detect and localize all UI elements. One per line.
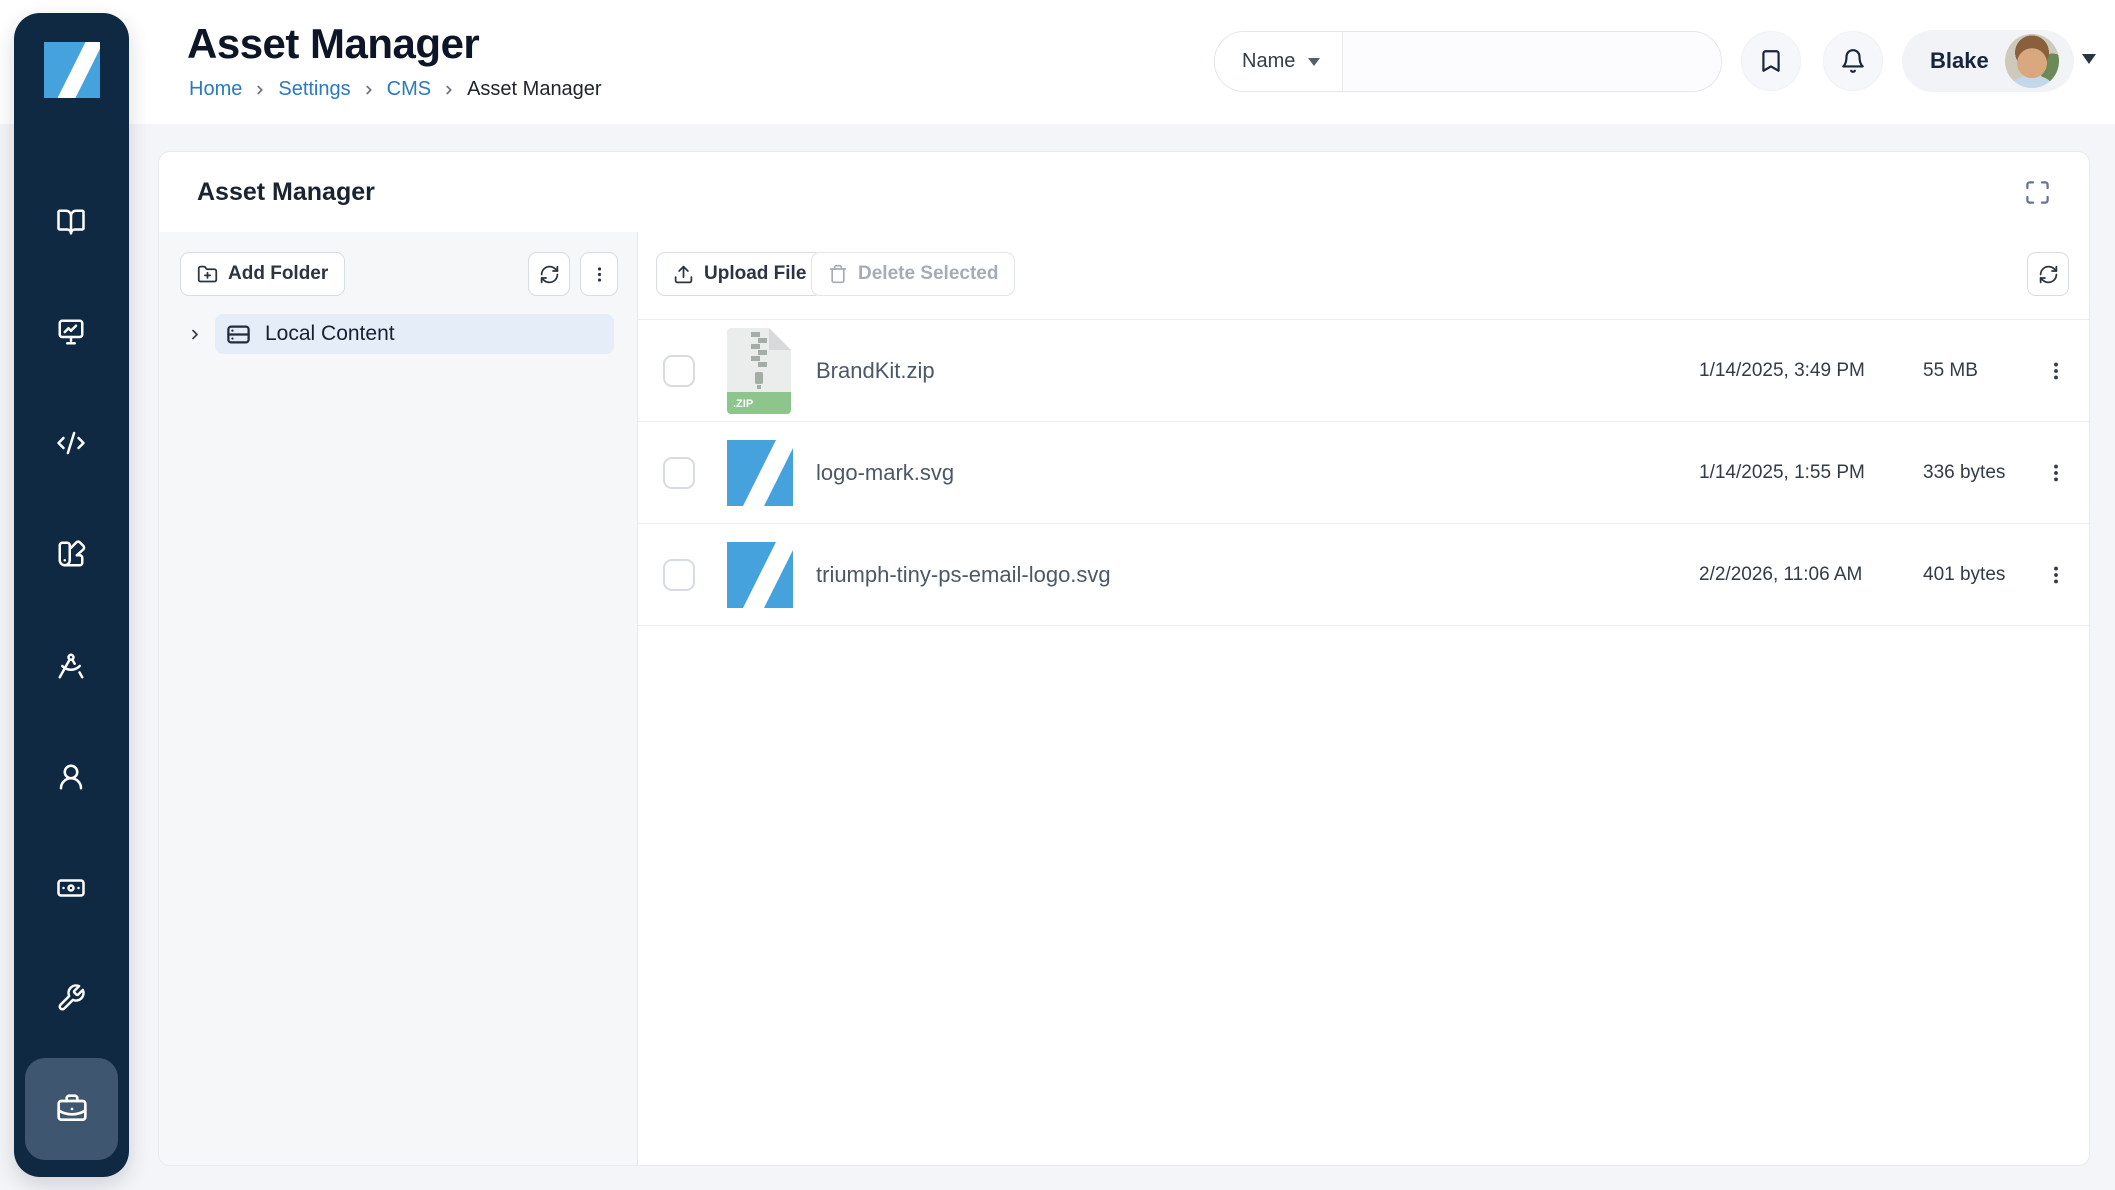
kebab-menu-icon <box>2045 564 2067 586</box>
panel-header: Asset Manager <box>159 152 2089 233</box>
user-name: Blake <box>1930 48 1989 74</box>
file-menu-button[interactable] <box>2036 453 2076 493</box>
tree-item-label: Local Content <box>265 322 395 346</box>
refresh-icon <box>539 264 560 285</box>
upload-icon <box>673 264 694 285</box>
user-menu[interactable]: Blake <box>1902 30 2074 92</box>
delete-selected-label: Delete Selected <box>858 263 998 285</box>
presentation-chart-icon <box>56 317 86 347</box>
breadcrumb-settings[interactable]: Settings <box>278 78 350 101</box>
panel-title: Asset Manager <box>197 152 375 232</box>
book-open-icon <box>56 207 86 237</box>
swatch-book-icon <box>56 539 86 569</box>
chevron-right-icon <box>253 83 267 97</box>
drafting-compass-icon <box>56 651 86 681</box>
file-menu-button[interactable] <box>2036 351 2076 391</box>
file-checkbox[interactable] <box>663 355 695 387</box>
banknote-icon <box>56 873 86 903</box>
file-row[interactable]: logo-mark.svg 1/14/2025, 1:55 PM 336 byt… <box>638 422 2089 524</box>
asset-manager-panel: Asset Manager Add Folder Local Conte <box>158 151 2090 1166</box>
sidebar-item-briefcase[interactable] <box>25 1058 118 1160</box>
file-name: BrandKit.zip <box>816 358 935 384</box>
server-icon <box>225 321 252 348</box>
kebab-menu-icon <box>590 265 609 284</box>
file-size: 336 bytes <box>1923 462 2005 484</box>
user-icon <box>56 762 86 792</box>
caret-down-icon <box>1308 58 1320 66</box>
search-filter-dropdown[interactable]: Name <box>1215 32 1343 91</box>
files-refresh-button[interactable] <box>2027 252 2069 296</box>
delete-selected-button[interactable]: Delete Selected <box>811 252 1015 296</box>
avatar <box>2005 34 2059 88</box>
search-input[interactable] <box>1343 32 1721 91</box>
file-list: .ZIP BrandKit.zip 1/14/2025, 3:49 PM 55 … <box>638 319 2089 626</box>
zip-file-icon: .ZIP <box>727 328 791 414</box>
asset-manager-page: Asset Manager Home Settings CMS Asset Ma… <box>0 0 2115 1190</box>
sidebar-item-design[interactable] <box>43 638 99 694</box>
sidebar-item-library[interactable] <box>43 194 99 250</box>
files-pane: Upload File Delete Selected <box>638 232 2089 1165</box>
top-header: Asset Manager Home Settings CMS Asset Ma… <box>0 0 2115 124</box>
briefcase-icon <box>56 1093 88 1125</box>
app-logo <box>44 42 100 98</box>
file-modified: 2/2/2026, 11:06 AM <box>1699 564 1862 586</box>
breadcrumb: Home Settings CMS Asset Manager <box>189 78 602 101</box>
breadcrumb-current: Asset Manager <box>467 78 602 101</box>
upload-file-button[interactable]: Upload File <box>656 252 823 296</box>
maximize-icon <box>2024 179 2051 206</box>
add-folder-label: Add Folder <box>228 263 328 285</box>
tree-expand-chevron[interactable] <box>181 320 209 348</box>
kebab-menu-icon <box>2045 462 2067 484</box>
search-bar: Name <box>1214 31 1722 92</box>
file-modified: 1/14/2025, 1:55 PM <box>1699 462 1865 484</box>
code-icon <box>56 428 86 458</box>
refresh-icon <box>2038 264 2059 285</box>
sidebar-item-code[interactable] <box>43 415 99 471</box>
sidebar <box>14 13 129 1177</box>
bookmarks-button[interactable] <box>1741 31 1801 91</box>
bell-icon <box>1840 48 1866 74</box>
breadcrumb-cms[interactable]: CMS <box>387 78 431 101</box>
chevron-right-icon <box>362 83 376 97</box>
folder-plus-icon <box>197 264 218 285</box>
trash-icon <box>828 264 848 284</box>
svg-logo-thumbnail <box>727 440 793 506</box>
sidebar-item-tools[interactable] <box>43 970 99 1026</box>
file-checkbox[interactable] <box>663 457 695 489</box>
file-name: logo-mark.svg <box>816 460 954 486</box>
fullscreen-button[interactable] <box>2017 172 2057 212</box>
sidebar-item-analytics[interactable] <box>43 304 99 360</box>
upload-file-label: Upload File <box>704 263 806 285</box>
sidebar-item-swatches[interactable] <box>43 526 99 582</box>
kebab-menu-icon <box>2045 360 2067 382</box>
zip-badge: .ZIP <box>733 398 753 410</box>
sidebar-item-users[interactable] <box>43 749 99 805</box>
search-filter-label: Name <box>1242 50 1295 73</box>
page-title: Asset Manager <box>187 20 479 68</box>
wrench-icon <box>56 983 86 1013</box>
user-menu-caret[interactable] <box>2082 54 2096 64</box>
folder-tree-pane: Add Folder Local Content <box>159 232 638 1165</box>
file-name: triumph-tiny-ps-email-logo.svg <box>816 562 1111 588</box>
bookmark-icon <box>1758 48 1784 74</box>
notifications-button[interactable] <box>1823 31 1883 91</box>
svg-logo-thumbnail <box>727 542 793 608</box>
add-folder-button[interactable]: Add Folder <box>180 252 345 296</box>
file-checkbox[interactable] <box>663 559 695 591</box>
file-size: 401 bytes <box>1923 564 2005 586</box>
sidebar-item-billing[interactable] <box>43 860 99 916</box>
file-modified: 1/14/2025, 3:49 PM <box>1699 360 1865 382</box>
tree-item-local-content[interactable]: Local Content <box>215 314 614 354</box>
chevron-right-icon <box>187 326 203 343</box>
breadcrumb-home[interactable]: Home <box>189 78 242 101</box>
tree-refresh-button[interactable] <box>528 252 570 296</box>
tree-options-button[interactable] <box>580 252 618 296</box>
file-row[interactable]: .ZIP BrandKit.zip 1/14/2025, 3:49 PM 55 … <box>638 320 2089 422</box>
file-row[interactable]: triumph-tiny-ps-email-logo.svg 2/2/2026,… <box>638 524 2089 626</box>
chevron-right-icon <box>442 83 456 97</box>
file-menu-button[interactable] <box>2036 555 2076 595</box>
file-size: 55 MB <box>1923 360 1978 382</box>
